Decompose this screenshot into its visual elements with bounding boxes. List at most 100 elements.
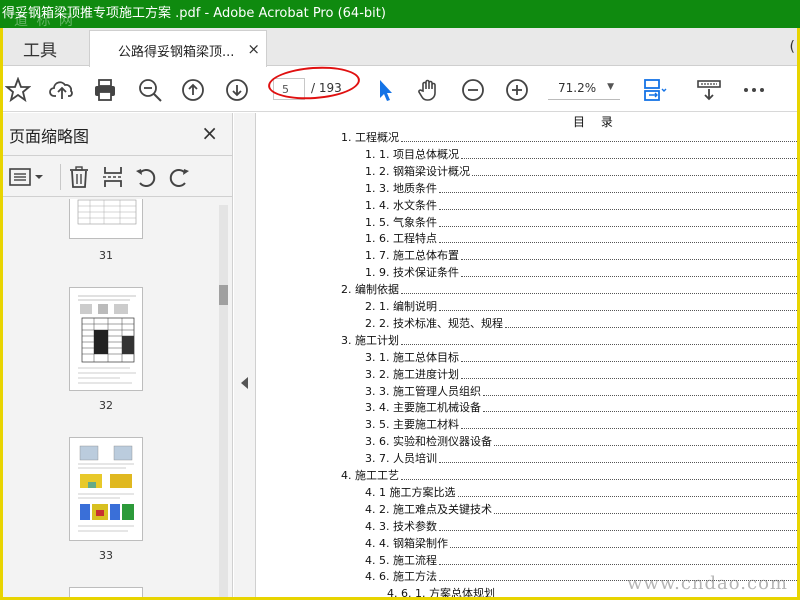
toc-entry-text: 4. 5. 施工流程: [365, 551, 439, 568]
thumbnail-page[interactable]: [69, 287, 143, 391]
toc-entry[interactable]: 1. 7. 施工总体布置: [365, 247, 797, 264]
cloud-upload-icon[interactable]: [49, 77, 75, 103]
watermark-bottom: www.cndao.com: [627, 573, 788, 594]
trash-icon[interactable]: [67, 165, 91, 189]
star-icon[interactable]: [4, 76, 32, 103]
options-menu-icon[interactable]: [9, 165, 47, 189]
toc-entry[interactable]: 2. 1. 编制说明: [365, 298, 797, 314]
toc-entry-text: 2. 编制依据: [341, 281, 401, 298]
toc-dot-leader: [482, 411, 797, 413]
more-icon[interactable]: [741, 77, 767, 103]
rotate-left-icon[interactable]: [134, 165, 158, 189]
thumbnail-page-number: 32: [99, 399, 113, 412]
toc-entry[interactable]: 4. 1 施工方案比选: [365, 483, 797, 500]
toc-dot-leader: [460, 377, 797, 379]
zoom-level-select[interactable]: 71.2% ▼: [548, 78, 620, 100]
page-down-icon[interactable]: [224, 77, 250, 103]
toc-entry[interactable]: 2. 2. 技术标准、规范、规程: [365, 314, 797, 331]
zoom-in-icon[interactable]: [504, 77, 530, 103]
toc-entry[interactable]: 4. 5. 施工流程: [365, 551, 797, 568]
toc-entry-text: 1. 2. 钢箱梁设计概况: [365, 162, 472, 179]
toc-entry-text: 2. 1. 编制说明: [365, 298, 439, 314]
toc-dot-leader: [460, 360, 797, 362]
toc-dot-leader: [401, 343, 797, 345]
toc-dot-leader: [438, 242, 797, 244]
toc-entry[interactable]: 3. 6. 实验和检测仪器设备: [365, 433, 797, 450]
tab-document[interactable]: 公路得妥钢箱梁顶... ×: [89, 30, 267, 67]
fit-page-icon[interactable]: [641, 77, 667, 103]
toc-entry[interactable]: 3. 2. 施工进度计划: [365, 365, 797, 382]
thumbnail-page-number: 33: [99, 549, 113, 562]
zoom-out-search-icon[interactable]: [137, 77, 163, 103]
toc-entry[interactable]: 1. 4. 水文条件: [365, 196, 797, 213]
toc-dot-leader: [460, 259, 797, 261]
toc-entry-text: 4. 1 施工方案比选: [365, 483, 458, 500]
select-arrow-icon[interactable]: [373, 77, 399, 103]
page-thumbnails-panel: 页面缩略图 × 31 32 33: [3, 113, 233, 600]
toc-entry[interactable]: 3. 1. 施工总体目标: [365, 348, 797, 365]
toc-dot-leader: [401, 479, 797, 480]
toc-dot-leader: [438, 208, 797, 210]
toc-entry[interactable]: 3. 4. 主要施工机械设备: [365, 399, 797, 416]
tab-tools[interactable]: 工具: [23, 36, 57, 61]
thumbnail-page[interactable]: [69, 199, 143, 239]
document-view[interactable]: 目 录 1. 工程概况 1. 1. 项目总体概况 1. 2. 钢箱梁设计概况 1. 3…: [257, 113, 797, 600]
print-icon[interactable]: [92, 77, 118, 103]
thumbnail-list: 31 32 33: [3, 199, 231, 600]
thumbnail-page[interactable]: [69, 587, 143, 600]
panel-title: 页面缩略图: [9, 127, 90, 146]
toc-entry-text: 4. 6. 施工方法: [365, 568, 439, 585]
toc-dot-leader: [460, 428, 797, 430]
toc-entry[interactable]: 3. 施工计划: [341, 331, 797, 348]
toc-entry[interactable]: 1. 9. 技术保证条件: [365, 264, 797, 281]
toc-entry[interactable]: 4. 3. 技术参数: [365, 517, 797, 534]
panel-collapse-strip[interactable]: [234, 113, 256, 600]
extract-pages-icon[interactable]: [101, 165, 125, 189]
toc-entry[interactable]: 1. 工程概况: [341, 129, 797, 145]
toc-entry[interactable]: 1. 1. 项目总体概况: [365, 145, 797, 162]
toc-entry-text: 3. 6. 实验和检测仪器设备: [365, 433, 494, 450]
toc-entry-text: 1. 4. 水文条件: [365, 196, 439, 213]
toc-entry[interactable]: 3. 3. 施工管理人员组织: [365, 382, 797, 399]
toc-dot-leader: [401, 141, 797, 142]
zoom-out-icon[interactable]: [460, 77, 486, 103]
toc-entry-text: 3. 2. 施工进度计划: [365, 365, 461, 382]
toc-dot-leader: [493, 512, 797, 514]
toc-entry-text: 3. 1. 施工总体目标: [365, 348, 461, 365]
toc-dot-leader: [482, 394, 797, 396]
toc-entry-text: 1. 5. 气象条件: [365, 213, 439, 230]
window-title-bar: 得妥钢箱梁顶推专项施工方案 .pdf - Adobe Acrobat Pro (…: [0, 0, 800, 28]
toc-entry[interactable]: 3. 7. 人员培训: [365, 450, 797, 467]
toc-entry-text: 1. 3. 地质条件: [365, 179, 439, 196]
hand-icon[interactable]: [416, 77, 442, 103]
toc-entry[interactable]: 1. 3. 地质条件: [365, 179, 797, 196]
scroll-mode-icon[interactable]: [696, 77, 722, 103]
toc-dot-leader: [496, 597, 797, 599]
scrollbar-thumb[interactable]: [219, 285, 228, 305]
toc-entry[interactable]: 1. 6. 工程特点: [365, 230, 797, 247]
tab-close-icon[interactable]: ×: [247, 40, 260, 58]
page-up-icon[interactable]: [180, 77, 206, 103]
toc-dot-leader: [471, 174, 797, 176]
toc-entry[interactable]: 4. 2. 施工难点及关键技术: [365, 500, 797, 517]
collapse-arrow-icon[interactable]: [241, 377, 248, 389]
toc-entry[interactable]: 1. 5. 气象条件: [365, 213, 797, 230]
panel-close-icon[interactable]: ×: [201, 121, 218, 145]
thumbnail-page[interactable]: [69, 437, 143, 541]
toc-entry-text: 1. 7. 施工总体布置: [365, 247, 461, 264]
toc-entry-text: 1. 工程概况: [341, 129, 401, 145]
toc-entry-text: 4. 4. 钢箱梁制作: [365, 534, 450, 551]
toc-entry[interactable]: 3. 5. 主要施工材料: [365, 416, 797, 433]
toc-entry[interactable]: 4. 4. 钢箱梁制作: [365, 534, 797, 551]
toc-entry[interactable]: 2. 编制依据: [341, 281, 797, 298]
toc-heading: 目 录: [573, 115, 619, 129]
toc-entry-text: 1. 9. 技术保证条件: [365, 264, 461, 281]
toc-entry-text: 3. 施工计划: [341, 331, 401, 348]
toc-dot-leader: [438, 462, 797, 464]
thumbnail-scrollbar[interactable]: [219, 205, 228, 600]
tab-overflow-icon[interactable]: (: [790, 39, 795, 55]
toc-entry-text: 4. 施工工艺: [341, 467, 401, 483]
toc-entry[interactable]: 4. 施工工艺: [341, 467, 797, 483]
rotate-right-icon[interactable]: [167, 165, 191, 189]
toc-entry[interactable]: 1. 2. 钢箱梁设计概况: [365, 162, 797, 179]
